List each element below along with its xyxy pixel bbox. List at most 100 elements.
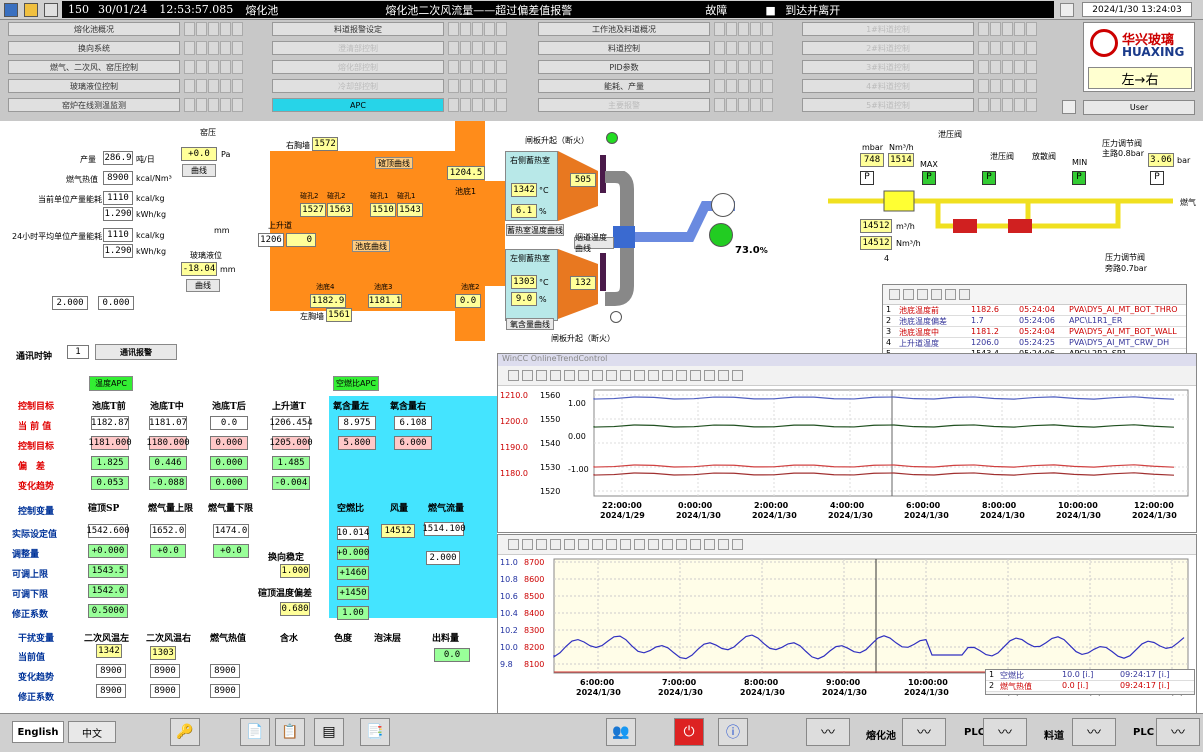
database-icon[interactable]: ▤ [314, 718, 344, 746]
nav-button[interactable]: 3#料道控制 [802, 60, 974, 74]
next-icon[interactable] [564, 539, 575, 550]
chinese-button[interactable]: 中文 [68, 721, 116, 743]
nav-indicator [460, 60, 471, 74]
zoom-in-icon[interactable] [634, 370, 645, 381]
report-icon[interactable]: 📄 [240, 718, 270, 746]
users-icon[interactable]: 👥 [606, 718, 636, 746]
pause-icon[interactable] [676, 370, 687, 381]
config-icon[interactable] [522, 370, 533, 381]
nav-button[interactable]: 能耗、产量 [538, 79, 710, 93]
user-button[interactable]: User [1083, 100, 1195, 115]
pencil-icon[interactable] [24, 3, 38, 17]
select-icon[interactable] [917, 289, 928, 300]
zoom-icon[interactable] [592, 539, 603, 550]
nav-button[interactable]: 熔化部控制 [272, 60, 444, 74]
settings-icon[interactable] [44, 3, 58, 17]
pause-icon[interactable] [676, 539, 687, 550]
zoom-in-icon[interactable] [634, 539, 645, 550]
clock-icon[interactable] [662, 539, 673, 550]
legend2-row[interactable]: 2 燃气热值 0.0 [i.] 09:24:17 [i.] [986, 681, 1194, 692]
legend-row[interactable]: 1 池底温度前 1182.6 05:24:04 PVA\DY5_AI_MT_BOT_TH… [883, 305, 1186, 316]
nav-button[interactable]: 1#料道控制 [802, 22, 974, 36]
bottom-curve-button[interactable]: 池底曲线 [352, 240, 390, 252]
nav-button[interactable]: 玻璃液位控制 [8, 79, 180, 93]
last-icon[interactable] [578, 370, 589, 381]
nav-button[interactable]: 冷却部控制 [272, 79, 444, 93]
calendar-icon[interactable] [648, 370, 659, 381]
document-icon[interactable]: 📑 [360, 718, 390, 746]
trend1-plot[interactable]: 1210.0 1200.0 1190.0 1180.0 1560 1550 1540 1530… [498, 386, 1196, 532]
print-icon[interactable] [704, 539, 715, 550]
zoom-out-icon[interactable] [620, 539, 631, 550]
legend2-row[interactable]: 1 空燃比 10.0 [i.] 09:24:17 [i.] [986, 670, 1194, 681]
first-icon[interactable] [536, 539, 547, 550]
nav-button[interactable]: 5#料道控制 [802, 98, 974, 112]
o2-curve-button[interactable]: 氧含量曲线 [506, 318, 554, 330]
pressure-curve-button[interactable]: 曲线 [182, 164, 216, 177]
calendar-icon[interactable] [1060, 3, 1074, 17]
config-icon[interactable] [903, 289, 914, 300]
select-icon[interactable] [718, 539, 729, 550]
level-curve-button[interactable]: 曲线 [186, 279, 220, 292]
nav-button[interactable]: 料道报警设定 [272, 22, 444, 36]
zoom-icon[interactable] [592, 370, 603, 381]
help-icon[interactable] [508, 370, 519, 381]
left-regen-title: 左侧蓄热室 [510, 254, 550, 263]
print-icon[interactable] [945, 289, 956, 300]
user-icon[interactable] [1062, 100, 1076, 114]
ruler-icon[interactable] [931, 289, 942, 300]
zoom-out-icon[interactable] [620, 370, 631, 381]
stats-icon[interactable] [690, 370, 701, 381]
english-button[interactable]: English [12, 721, 64, 743]
prev-icon[interactable] [550, 370, 561, 381]
alarm-bar[interactable]: 150 30/01/24 12:53:57.085 熔化池 熔化池二次风流量——… [62, 1, 1054, 18]
comm-alarm-button[interactable]: 通讯报警 [95, 344, 177, 360]
nav-button[interactable]: 2#料道控制 [802, 41, 974, 55]
info-icon[interactable]: ⓘ [718, 718, 748, 746]
ruler-icon[interactable] [732, 539, 743, 550]
pan-icon[interactable] [606, 370, 617, 381]
nav-button[interactable]: APC [272, 98, 444, 112]
crown-curve-button[interactable]: 碹顶曲线 [375, 157, 413, 169]
nav-button[interactable]: 主要报警 [538, 98, 710, 112]
nav-button[interactable]: 燃气、二次风、窑压控制 [8, 60, 180, 74]
export-icon[interactable] [959, 289, 970, 300]
nav-button[interactable]: 工作池及料道概况 [538, 22, 710, 36]
flue-curve-button[interactable]: 烟道温度曲线 [574, 233, 614, 253]
ruler-icon[interactable] [732, 370, 743, 381]
nav-button[interactable]: 换向系统 [8, 41, 180, 55]
first-icon[interactable] [536, 370, 547, 381]
last-icon[interactable] [578, 539, 589, 550]
pan-icon[interactable] [606, 539, 617, 550]
alarm-state: 故障 [705, 3, 728, 17]
nav-button[interactable]: PID参数 [538, 60, 710, 74]
select-icon[interactable] [718, 370, 729, 381]
calendar-icon[interactable] [648, 539, 659, 550]
nav-indicator [196, 79, 207, 93]
temp-apc-button[interactable]: 温度APC [89, 376, 133, 391]
nav-button[interactable]: 澄清部控制 [272, 41, 444, 55]
clock-icon[interactable] [662, 370, 673, 381]
nav-button[interactable]: 料道控制 [538, 41, 710, 55]
alarm-list-icon[interactable]: 📋 [275, 718, 305, 746]
home-icon[interactable] [4, 3, 18, 17]
nav-button[interactable]: 窑炉在线测温监测 [8, 98, 180, 112]
next-icon[interactable] [564, 370, 575, 381]
air-apc-button[interactable]: 空燃比APC [333, 376, 379, 391]
print-icon[interactable] [704, 370, 715, 381]
stats-icon[interactable] [690, 539, 701, 550]
config-icon[interactable] [522, 539, 533, 550]
key-icon[interactable]: 🔑 [170, 718, 200, 746]
trend1-xtick: 2:00:00 [754, 501, 789, 510]
legend-row[interactable]: 4 上升道温度 1206.0 05:24:25 PVA\DY5_AI_MT_CRW_DH [883, 338, 1186, 349]
alarm-date: 30/01/24 [98, 3, 148, 16]
power-icon[interactable]: ⏻ [674, 718, 704, 746]
regen-curve-button[interactable]: 蓄热室温度曲线 [506, 224, 564, 236]
prev-icon[interactable] [550, 539, 561, 550]
nav-button[interactable]: 熔化池概况 [8, 22, 180, 36]
legend-row[interactable]: 2 池底温度偏差 1.7 05:24:06 APC\L1R1_ER [883, 316, 1186, 327]
nav-button[interactable]: 4#料道控制 [802, 79, 974, 93]
legend-row[interactable]: 3 池底温度中 1181.2 05:24:04 PVA\DY5_AI_MT_BOT_WA… [883, 327, 1186, 338]
help-icon[interactable] [508, 539, 519, 550]
help-icon[interactable] [889, 289, 900, 300]
